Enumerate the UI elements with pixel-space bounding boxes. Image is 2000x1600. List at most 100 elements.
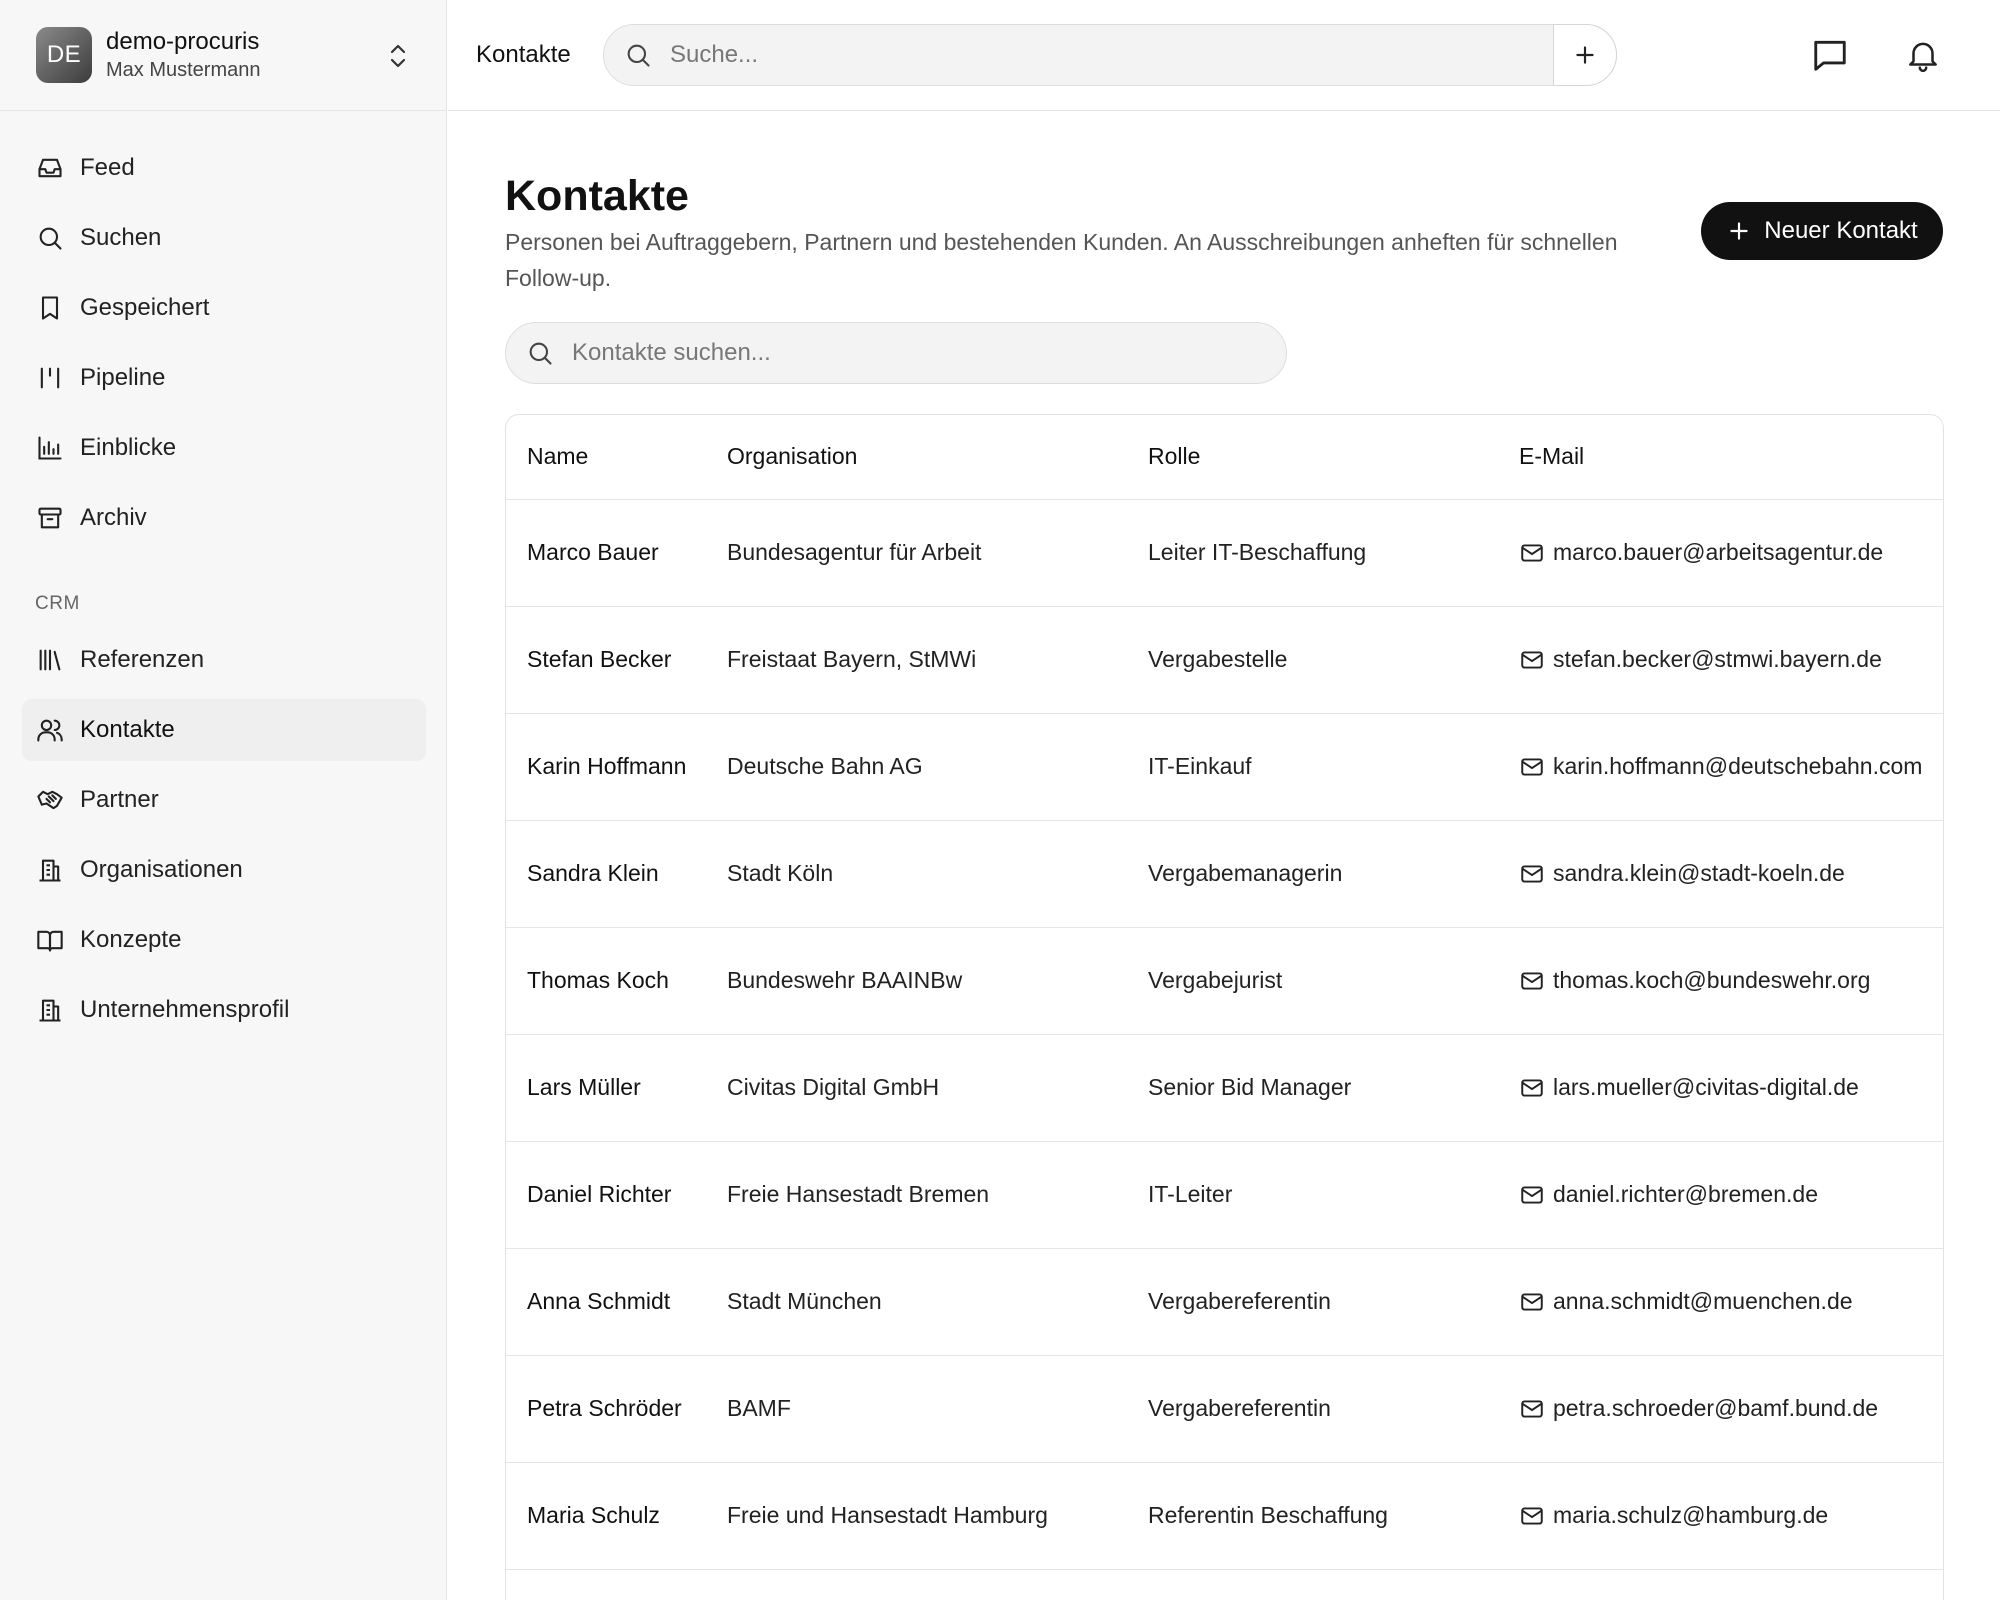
sidebar-item-label: Gespeichert bbox=[80, 294, 210, 321]
bar-chart-icon bbox=[38, 436, 62, 460]
sidebar-item-partner[interactable]: Partner bbox=[22, 769, 426, 831]
contact-email-cell: maria.schulz@hamburg.de bbox=[1519, 1462, 1943, 1570]
mail-icon bbox=[1521, 650, 1543, 669]
contact-name: Maria Schulz bbox=[506, 1462, 727, 1570]
search-icon bbox=[627, 44, 650, 67]
mail-icon bbox=[1521, 757, 1543, 776]
sidebar-item-label: Einblicke bbox=[80, 434, 177, 461]
table-row[interactable]: Daniel Richter Freie Hansestadt Bremen IT-… bbox=[506, 1141, 1943, 1249]
sidebar-item-unternehmensprofil[interactable]: Unternehmensprofil bbox=[22, 979, 426, 1041]
table-row[interactable]: Anna Schmidt Stadt München Vergabereferent… bbox=[506, 1248, 1943, 1356]
sidebar-item-label: Pipeline bbox=[80, 364, 166, 391]
contact-email-cell: sandra.klein@stadt-koeln.de bbox=[1519, 820, 1943, 928]
sidebar-item-pipeline[interactable]: Pipeline bbox=[22, 347, 426, 409]
contact-email[interactable]: sandra.klein@stadt-koeln.de bbox=[1519, 860, 1943, 887]
contact-email[interactable]: anna.schmidt@muenchen.de bbox=[1519, 1288, 1943, 1315]
contact-email-text: petra.schroeder@bamf.bund.de bbox=[1553, 1395, 1879, 1421]
sidebar-item-suchen[interactable]: Suchen bbox=[22, 207, 426, 269]
new-contact-label: Neuer Kontakt bbox=[1764, 217, 1918, 244]
contact-email-cell bbox=[1519, 1569, 1943, 1600]
building-icon bbox=[39, 859, 61, 882]
contact-email-cell: stefan.becker@stmwi.bayern.de bbox=[1519, 606, 1943, 714]
pipeline-icon bbox=[40, 367, 60, 389]
contact-email-text: karin.hoffmann@deutschebahn.com bbox=[1553, 753, 1923, 779]
contact-email[interactable]: marco.bauer@arbeitsagentur.de bbox=[1519, 539, 1943, 566]
contact-role bbox=[1148, 1569, 1519, 1600]
contact-role: Vergabestelle bbox=[1148, 606, 1519, 714]
sidebar-item-label: Konzepte bbox=[80, 926, 182, 953]
inbox-icon bbox=[38, 158, 62, 178]
contact-email[interactable]: stefan.becker@stmwi.bayern.de bbox=[1519, 646, 1943, 673]
contact-name: Thomas Koch bbox=[506, 927, 727, 1035]
table-row[interactable] bbox=[506, 1569, 1943, 1600]
table-row[interactable]: Petra Schröder BAMF Vergabereferentin petra… bbox=[506, 1355, 1943, 1463]
contact-email-cell: karin.hoffmann@deutschebahn.com bbox=[1519, 713, 1943, 821]
contact-organisation: Freie und Hansestadt Hamburg bbox=[727, 1462, 1148, 1570]
mail-icon bbox=[1521, 971, 1543, 990]
table-row[interactable]: Karin Hoffmann Deutsche Bahn AG IT-Einkauf… bbox=[506, 713, 1943, 821]
table-header-row: Name Organisation Rolle E-Mail bbox=[506, 415, 1943, 500]
contact-email-text: stefan.becker@stmwi.bayern.de bbox=[1553, 646, 1882, 672]
contact-role: IT-Leiter bbox=[1148, 1141, 1519, 1249]
sidebar-item-feed[interactable]: Feed bbox=[22, 137, 426, 199]
contact-name: Sandra Klein bbox=[506, 820, 727, 928]
column-header-rolle[interactable]: Rolle bbox=[1148, 415, 1519, 500]
table-row[interactable]: Maria Schulz Freie und Hansestadt Hamburg… bbox=[506, 1462, 1943, 1570]
workspace-switcher[interactable]: DE demo-procuris Max Mustermann bbox=[0, 0, 446, 111]
message-square-icon[interactable] bbox=[1811, 36, 1849, 74]
contact-role: Referentin Beschaffung bbox=[1148, 1462, 1519, 1570]
contact-organisation: BAMF bbox=[727, 1355, 1148, 1463]
contact-email[interactable]: petra.schroeder@bamf.bund.de bbox=[1519, 1395, 1943, 1422]
new-contact-button[interactable]: Neuer Kontakt bbox=[1701, 202, 1943, 260]
sidebar-item-gespeichert[interactable]: Gespeichert bbox=[22, 277, 426, 339]
contact-email-text: sandra.klein@stadt-koeln.de bbox=[1553, 860, 1845, 886]
page-title: Kontakte bbox=[505, 172, 689, 220]
table-row[interactable]: Marco Bauer Bundesagentur für Arbeit Leite… bbox=[506, 499, 1943, 607]
sidebar-item-konzepte[interactable]: Konzepte bbox=[22, 909, 426, 971]
contacts-table-grid: Name Organisation Rolle E-Mail Marco Bau… bbox=[506, 415, 1943, 1600]
contact-email[interactable]: thomas.koch@bundeswehr.org bbox=[1519, 967, 1943, 994]
column-header-email[interactable]: E-Mail bbox=[1519, 415, 1943, 500]
contact-organisation: Freistaat Bayern, StMWi bbox=[727, 606, 1148, 714]
contact-name: Marco Bauer bbox=[506, 499, 727, 607]
contact-email[interactable]: maria.schulz@hamburg.de bbox=[1519, 1502, 1943, 1529]
building-icon bbox=[39, 999, 61, 1022]
contact-role: Senior Bid Manager bbox=[1148, 1034, 1519, 1142]
bell-icon[interactable] bbox=[1904, 36, 1942, 74]
book-open-icon bbox=[37, 930, 63, 952]
sidebar-item-label: Kontakte bbox=[80, 716, 175, 743]
contact-name bbox=[506, 1569, 727, 1600]
contact-email-text: maria.schulz@hamburg.de bbox=[1553, 1502, 1829, 1528]
contact-organisation bbox=[727, 1569, 1148, 1600]
table-row[interactable]: Thomas Koch Bundeswehr BAAINBw Vergabejuri… bbox=[506, 927, 1943, 1035]
sidebar-item-referenzen[interactable]: Referenzen bbox=[22, 629, 426, 691]
library-icon bbox=[39, 649, 61, 671]
contact-email-text: daniel.richter@bremen.de bbox=[1553, 1181, 1818, 1207]
mail-icon bbox=[1521, 1399, 1543, 1418]
sidebar-item-einblicke[interactable]: Einblicke bbox=[22, 417, 426, 479]
bookmark-icon bbox=[41, 296, 59, 320]
sidebar-item-kontakte[interactable]: Kontakte bbox=[22, 699, 426, 761]
table-row[interactable]: Lars Müller Civitas Digital GmbH Senior Bi… bbox=[506, 1034, 1943, 1142]
table-row[interactable]: Stefan Becker Freistaat Bayern, StMWi Verg… bbox=[506, 606, 1943, 714]
topbar-title: Kontakte bbox=[476, 41, 571, 68]
contact-email-cell: anna.schmidt@muenchen.de bbox=[1519, 1248, 1943, 1356]
mail-icon bbox=[1521, 543, 1543, 562]
contacts-search-input[interactable] bbox=[572, 339, 1252, 367]
plus-icon bbox=[1730, 222, 1748, 240]
contact-email[interactable]: lars.mueller@civitas-digital.de bbox=[1519, 1074, 1943, 1101]
sidebar-item-organisationen[interactable]: Organisationen bbox=[22, 839, 426, 901]
table-row[interactable]: Sandra Klein Stadt Köln Vergabemanagerin sa… bbox=[506, 820, 1943, 928]
column-header-name[interactable]: Name bbox=[506, 415, 727, 500]
workspace-avatar: DE bbox=[36, 27, 92, 83]
contact-email[interactable]: daniel.richter@bremen.de bbox=[1519, 1181, 1943, 1208]
global-search-input[interactable] bbox=[670, 41, 1450, 69]
chevrons-up-down-icon[interactable] bbox=[386, 42, 410, 70]
contacts-table: Name Organisation Rolle E-Mail Marco Bau… bbox=[505, 414, 1944, 1600]
contact-email[interactable]: karin.hoffmann@deutschebahn.com bbox=[1519, 753, 1943, 780]
plus-icon bbox=[1576, 46, 1594, 64]
quick-add-button[interactable] bbox=[1553, 24, 1617, 86]
column-header-organisation[interactable]: Organisation bbox=[727, 415, 1148, 500]
sidebar-item-archiv[interactable]: Archiv bbox=[22, 487, 426, 549]
contact-organisation: Deutsche Bahn AG bbox=[727, 713, 1148, 821]
